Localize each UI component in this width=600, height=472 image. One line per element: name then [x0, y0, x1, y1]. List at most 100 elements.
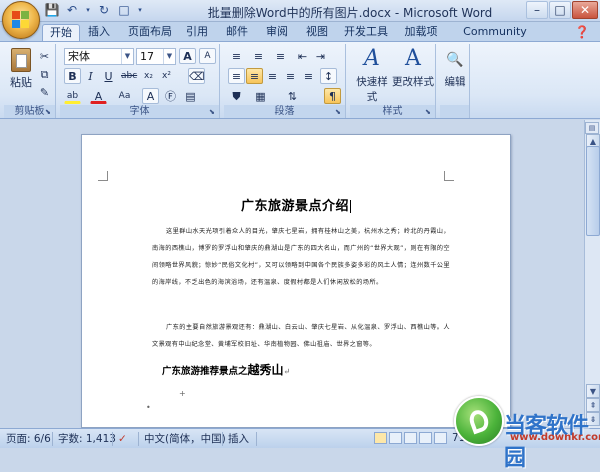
document-title[interactable]: 广东旅游景点介绍 [82, 195, 510, 214]
grow-font-button[interactable]: A [179, 48, 196, 64]
subheading[interactable]: 广东旅游推荐景点之越秀山↵ [162, 361, 290, 378]
clear-formatting-icon[interactable]: ⌫ [188, 68, 205, 84]
window-title: 批量删除Word中的所有图片.docx - Microsoft Word [207, 6, 493, 20]
paragraph-group: ≡ ≡ ≡ ⇤ ⇥ ≡ ≡ ≡ ≡ ≡ ↕ ⛊ ▦ ⇅ ¶ 段落 ⬊ [224, 44, 346, 118]
chevron-down-icon: ▼ [163, 49, 175, 64]
align-right-icon[interactable]: ≡ [264, 68, 281, 84]
decrease-indent-icon[interactable]: ⇤ [294, 48, 311, 64]
clipboard-icon [11, 48, 31, 72]
paragraph-1[interactable]: 这里群山水天光项引着众人的目光，肇庆七星岩，拥有桂林山之美，杭州水之秀；岭北的丹… [152, 223, 450, 291]
close-button[interactable]: ✕ [572, 1, 598, 19]
strikethrough-button[interactable]: abc [120, 68, 137, 84]
ruler-toggle-icon[interactable]: ▤ [585, 122, 599, 134]
highlight-icon[interactable]: ab [64, 88, 81, 104]
underline-button[interactable]: U [100, 68, 117, 84]
subheading-emphasis: 越秀山 [247, 363, 284, 377]
change-case-icon[interactable]: Aa [116, 88, 133, 104]
tab-insert[interactable]: 插入 [84, 24, 114, 41]
line-spacing-icon[interactable]: ↕ [320, 68, 337, 84]
change-styles-button[interactable]: A 更改样式 [392, 46, 434, 102]
font-name-value: 宋体 [68, 50, 90, 63]
superscript-button[interactable]: x² [158, 68, 175, 84]
styles-launcher-icon[interactable]: ⬊ [425, 108, 433, 116]
maximize-button[interactable]: □ [549, 1, 571, 19]
font-group-label: 字体 [60, 105, 219, 118]
draft-view-icon[interactable] [434, 432, 447, 444]
paragraph-group-label: 段落 [224, 105, 345, 118]
numbering-icon[interactable]: ≡ [250, 48, 267, 64]
cut-icon[interactable]: ✂ [36, 48, 53, 64]
full-screen-reading-icon[interactable] [389, 432, 402, 444]
quick-styles-label: 快速样式 [356, 76, 388, 103]
paragraph-mark: + [179, 389, 186, 398]
tab-developer[interactable]: 开发工具 [340, 24, 392, 41]
phonetic-guide-icon[interactable]: ▤ [182, 88, 199, 104]
paragraph-mark: • [146, 403, 151, 412]
tab-review[interactable]: 审阅 [262, 24, 292, 41]
editing-button[interactable]: 🔍 编辑 [442, 46, 468, 102]
tab-community-clips[interactable]: Community Clips [450, 24, 540, 54]
format-painter-icon[interactable]: ✎ [36, 84, 53, 100]
shading-icon[interactable]: ⛊ [228, 88, 245, 104]
increase-indent-icon[interactable]: ⇥ [312, 48, 329, 64]
char-shading-icon[interactable]: A [142, 88, 159, 104]
status-separator [256, 432, 257, 446]
tab-page-layout[interactable]: 页面布局 [124, 24, 176, 41]
vertical-scrollbar[interactable]: ▲ ▼ ⇞ ⇟ [584, 120, 600, 428]
help-icon[interactable]: ❓ [572, 24, 592, 41]
title-bar: 💾 ↶ ▾ ↻ □ ▾ 批量删除Word中的所有图片.docx - Micros… [0, 0, 600, 22]
quick-styles-button[interactable]: A 快速样式 [352, 46, 392, 103]
bold-button[interactable]: B [64, 68, 81, 84]
show-marks-icon[interactable]: ¶ [324, 88, 341, 104]
enclose-char-icon[interactable]: Ⓕ [162, 88, 179, 104]
distributed-icon[interactable]: ≡ [300, 68, 317, 84]
font-name-combo[interactable]: 宋体 ▼ [64, 48, 134, 65]
italic-button[interactable]: I [82, 68, 99, 84]
sort-icon[interactable]: ⇅ [284, 88, 301, 104]
text-cursor [350, 200, 351, 213]
justify-icon[interactable]: ≡ [282, 68, 299, 84]
minimize-button[interactable]: – [526, 1, 548, 19]
font-group: 宋体 ▼ 17 ▼ A A B I U abc x₂ x² ⌫ ab A Aa … [60, 44, 220, 118]
styles-group: A 快速样式 A 更改样式 样式 ⬊ [350, 44, 436, 118]
align-left-icon[interactable]: ≡ [228, 68, 245, 84]
shrink-font-button[interactable]: A [199, 48, 216, 64]
insert-mode[interactable]: 插入 [228, 432, 249, 446]
chevron-down-icon: ▼ [121, 49, 133, 64]
tab-home[interactable]: 开始 [42, 24, 80, 41]
document-page[interactable]: 广东旅游景点介绍 这里群山水天光项引着众人的目光，肇庆七星岩，拥有桂林山之美，杭… [81, 134, 511, 428]
outline-view-icon[interactable] [419, 432, 432, 444]
tab-view[interactable]: 视图 [302, 24, 332, 41]
watermark-url: www.downkr.com [510, 432, 600, 443]
copy-icon[interactable]: ⧉ [36, 66, 53, 82]
multilevel-list-icon[interactable]: ≡ [272, 48, 289, 64]
page-count[interactable]: 页面: 6/6 [6, 432, 51, 446]
align-center-icon[interactable]: ≡ [246, 68, 263, 84]
font-color-icon[interactable]: A [90, 88, 107, 104]
scroll-thumb[interactable] [586, 146, 600, 236]
paragraph-launcher-icon[interactable]: ⬊ [335, 108, 343, 116]
paragraph-2[interactable]: 广东的主要自然旅游景观还有：鼎湖山、白云山、肇庆七星岩、从化温泉、罗浮山、西樵山… [152, 319, 450, 353]
crop-mark [98, 171, 108, 181]
status-separator [112, 432, 113, 446]
office-button[interactable] [2, 1, 40, 39]
office-logo-icon [12, 11, 30, 29]
tab-references[interactable]: 引用 [182, 24, 212, 41]
print-layout-view-icon[interactable] [374, 432, 387, 444]
paste-button[interactable]: 粘贴 [8, 46, 34, 90]
bullets-icon[interactable]: ≡ [228, 48, 245, 64]
status-separator [138, 432, 139, 446]
font-size-combo[interactable]: 17 ▼ [136, 48, 176, 65]
tab-mailings[interactable]: 邮件 [222, 24, 252, 41]
tab-add-ins[interactable]: 加载项 [400, 24, 442, 41]
editing-label: 编辑 [444, 76, 466, 88]
proofing-icon[interactable]: ✓ [118, 432, 127, 446]
subscript-button[interactable]: x₂ [140, 68, 157, 84]
web-layout-icon[interactable] [404, 432, 417, 444]
borders-icon[interactable]: ▦ [252, 88, 269, 104]
word-count[interactable]: 字数: 1,413 [58, 432, 116, 446]
font-launcher-icon[interactable]: ⬊ [209, 108, 217, 116]
language-indicator[interactable]: 中文(简体，中国) [144, 432, 226, 446]
scroll-down-icon[interactable]: ▼ [586, 384, 600, 398]
clipboard-launcher-icon[interactable]: ⬊ [45, 108, 53, 116]
